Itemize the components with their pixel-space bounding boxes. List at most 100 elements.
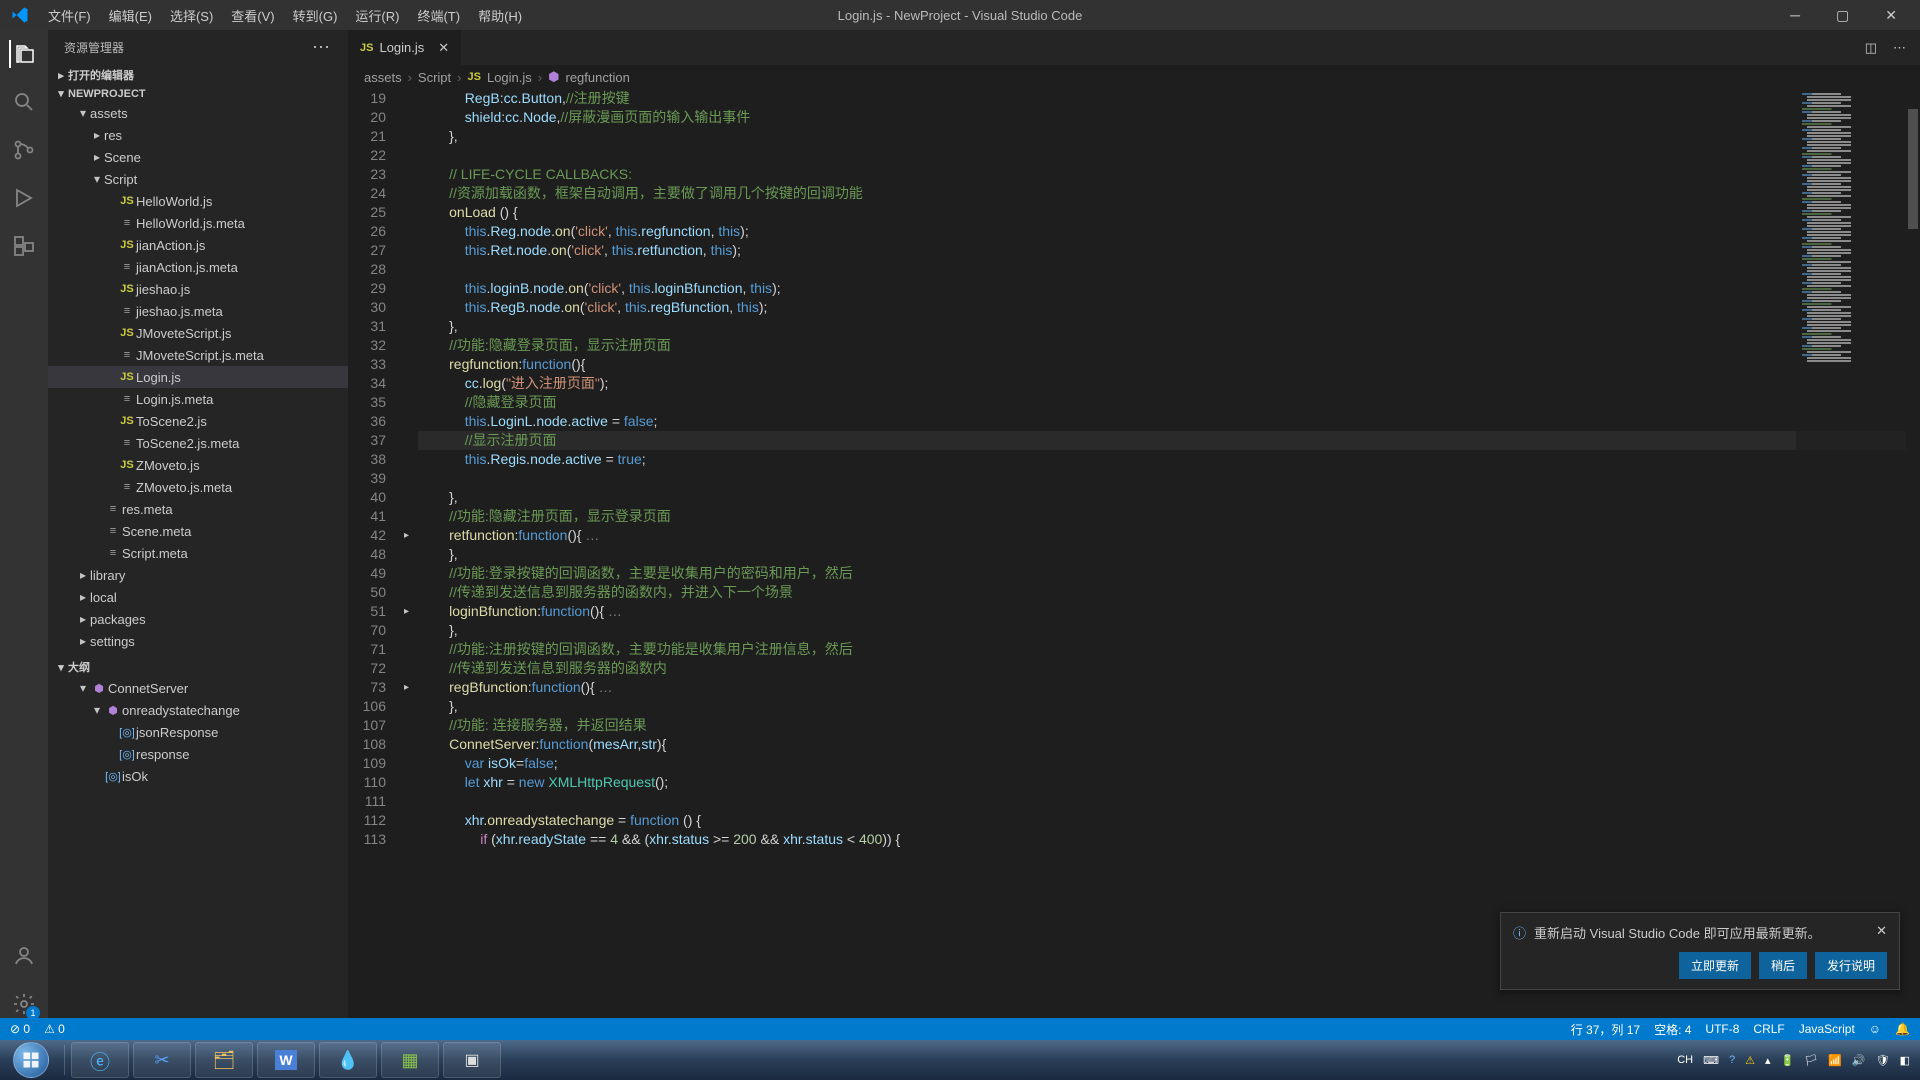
settings-gear-icon[interactable] xyxy=(10,990,38,1018)
tree-item[interactable]: ≡JMoveteScript.js.meta xyxy=(48,344,348,366)
run-debug-icon[interactable] xyxy=(10,184,38,212)
breadcrumb-segment[interactable]: Login.js xyxy=(487,70,532,85)
tree-item[interactable]: ≡res.meta xyxy=(48,498,348,520)
outline-section[interactable]: ▾大纲 xyxy=(48,657,348,677)
tree-item[interactable]: ▸packages xyxy=(48,608,348,630)
taskbar-app-green[interactable]: ▦ xyxy=(381,1042,439,1078)
tray-ime[interactable]: CH xyxy=(1677,1054,1693,1066)
status-warnings[interactable]: ⚠ 0 xyxy=(44,1022,65,1036)
taskbar-app-explorer[interactable]: 🗂 xyxy=(195,1042,253,1078)
taskbar-app-terminal[interactable]: ▣ xyxy=(443,1042,501,1078)
tree-item[interactable]: ≡HelloWorld.js.meta xyxy=(48,212,348,234)
tree-item[interactable]: ▸library xyxy=(48,564,348,586)
tray-battery-icon[interactable]: 🔋 xyxy=(1781,1054,1795,1067)
tree-item[interactable]: JSjianAction.js xyxy=(48,234,348,256)
menu-item[interactable]: 文件(F) xyxy=(40,2,99,29)
explorer-icon[interactable] xyxy=(9,40,37,68)
split-editor-icon[interactable]: ◫ xyxy=(1865,40,1877,56)
menu-item[interactable]: 编辑(E) xyxy=(101,2,160,29)
tree-item[interactable]: JSjieshao.js xyxy=(48,278,348,300)
tree-item[interactable]: JSZMoveto.js xyxy=(48,454,348,476)
tree-item[interactable]: JSJMoveteScript.js xyxy=(48,322,348,344)
taskbar-app-drop[interactable]: 💧 xyxy=(319,1042,377,1078)
vertical-scrollbar[interactable] xyxy=(1906,89,1920,1018)
tray-network-icon[interactable]: 📶 xyxy=(1828,1054,1842,1067)
tree-item[interactable]: ≡Scene.meta xyxy=(48,520,348,542)
code-content[interactable]: RegB:cc.Button,//注册按键 shield:cc.Node,//屏… xyxy=(418,89,1920,1018)
tree-item[interactable]: ▸res xyxy=(48,124,348,146)
tab-login-js[interactable]: JS Login.js ✕ xyxy=(348,30,462,65)
open-editors-section[interactable]: ▸打开的编辑器 xyxy=(48,65,348,85)
tree-item[interactable]: ≡jianAction.js.meta xyxy=(48,256,348,278)
editor-more-icon[interactable]: ⋯ xyxy=(1893,40,1906,56)
close-tab-icon[interactable]: ✕ xyxy=(438,40,449,56)
minimap[interactable] xyxy=(1796,89,1906,1018)
menu-item[interactable]: 选择(S) xyxy=(162,2,221,29)
tree-item[interactable]: ▸Scene xyxy=(48,146,348,168)
tree-item[interactable]: ▾assets xyxy=(48,102,348,124)
breadcrumb[interactable]: assets›Script›JSLogin.js›⬢regfunction xyxy=(348,65,1920,89)
tree-item[interactable]: ▾Script xyxy=(48,168,348,190)
project-section[interactable]: ▾NEWPROJECT xyxy=(48,85,348,102)
tree-item[interactable]: ≡ZMoveto.js.meta xyxy=(48,476,348,498)
notification-button[interactable]: 稍后 xyxy=(1759,952,1807,979)
accounts-icon[interactable] xyxy=(10,942,38,970)
status-indentation[interactable]: 空格: 4 xyxy=(1654,1021,1691,1038)
status-cursor-position[interactable]: 行 37，列 17 xyxy=(1571,1021,1640,1038)
editor-area: JS Login.js ✕ ◫ ⋯ assets›Script›JSLogin.… xyxy=(348,30,1920,1018)
tree-item[interactable]: ▸local xyxy=(48,586,348,608)
breadcrumb-segment[interactable]: regfunction xyxy=(565,70,629,85)
maximize-button[interactable]: ▢ xyxy=(1828,5,1857,26)
tree-item[interactable]: JSToScene2.js xyxy=(48,410,348,432)
notifications-icon[interactable]: 🔔 xyxy=(1895,1022,1910,1036)
extensions-icon[interactable] xyxy=(10,232,38,260)
status-encoding[interactable]: UTF-8 xyxy=(1705,1022,1739,1036)
tree-item[interactable]: JSHelloWorld.js xyxy=(48,190,348,212)
status-errors[interactable]: ⊘ 0 xyxy=(10,1022,30,1036)
breadcrumb-segment[interactable]: assets xyxy=(364,70,402,85)
menu-item[interactable]: 终端(T) xyxy=(409,2,468,29)
sidebar-more-icon[interactable]: ⋯ xyxy=(312,37,332,58)
outline-item[interactable]: [◎]response xyxy=(48,743,348,765)
menu-item[interactable]: 转到(G) xyxy=(285,2,346,29)
outline-item[interactable]: [◎]isOk xyxy=(48,765,348,787)
start-button[interactable] xyxy=(4,1040,58,1080)
status-eol[interactable]: CRLF xyxy=(1753,1022,1784,1036)
status-language[interactable]: JavaScript xyxy=(1799,1022,1855,1036)
source-control-icon[interactable] xyxy=(10,136,38,164)
notification-button[interactable]: 立即更新 xyxy=(1679,952,1751,979)
tray-keyboard-icon[interactable]: ⌨ xyxy=(1703,1054,1719,1067)
breadcrumb-segment[interactable]: Script xyxy=(418,70,451,85)
taskbar-app-ie[interactable]: ⓔ xyxy=(71,1042,129,1078)
tray-unknown-icon[interactable]: ◧ xyxy=(1900,1054,1910,1067)
scrollbar-thumb[interactable] xyxy=(1908,109,1918,229)
feedback-icon[interactable]: ☺ xyxy=(1869,1022,1881,1036)
tray-warn-icon[interactable]: ⚠ xyxy=(1745,1054,1755,1067)
menu-item[interactable]: 查看(V) xyxy=(223,2,282,29)
close-notification-icon[interactable]: ✕ xyxy=(1876,923,1887,939)
tray-shield-icon[interactable]: 🛡 xyxy=(1876,1054,1890,1067)
outline-item[interactable]: ▾⬢ConnetServer xyxy=(48,677,348,699)
taskbar-app-wps[interactable]: W xyxy=(257,1042,315,1078)
tray-help-icon[interactable]: ? xyxy=(1729,1054,1735,1066)
menu-item[interactable]: 帮助(H) xyxy=(470,2,530,29)
tree-item[interactable]: ▸settings xyxy=(48,630,348,652)
tree-item[interactable]: ≡Script.meta xyxy=(48,542,348,564)
tray-flag-icon[interactable]: 🏳 xyxy=(1804,1054,1818,1067)
code-area[interactable]: 1920212223242526272829303132333435363738… xyxy=(348,89,1920,1018)
close-button[interactable]: ✕ xyxy=(1877,5,1905,26)
outline-item[interactable]: [◎]jsonResponse xyxy=(48,721,348,743)
tree-item[interactable]: JSLogin.js xyxy=(48,366,348,388)
taskbar-app-scissors[interactable]: ✂ xyxy=(133,1042,191,1078)
search-icon[interactable] xyxy=(10,88,38,116)
minimize-button[interactable]: ─ xyxy=(1782,5,1808,26)
notification-button[interactable]: 发行说明 xyxy=(1815,952,1887,979)
tree-item[interactable]: ≡Login.js.meta xyxy=(48,388,348,410)
tree-item[interactable]: ≡ToScene2.js.meta xyxy=(48,432,348,454)
outline-item[interactable]: ▾⬢onreadystatechange xyxy=(48,699,348,721)
tray-chevron-up-icon[interactable]: ▴ xyxy=(1765,1054,1771,1067)
tree-item[interactable]: ≡jieshao.js.meta xyxy=(48,300,348,322)
tray-volume-icon[interactable]: 🔊 xyxy=(1852,1054,1866,1067)
menu-item[interactable]: 运行(R) xyxy=(347,2,407,29)
fold-gutter[interactable]: ▸▸▸ xyxy=(404,89,418,1018)
